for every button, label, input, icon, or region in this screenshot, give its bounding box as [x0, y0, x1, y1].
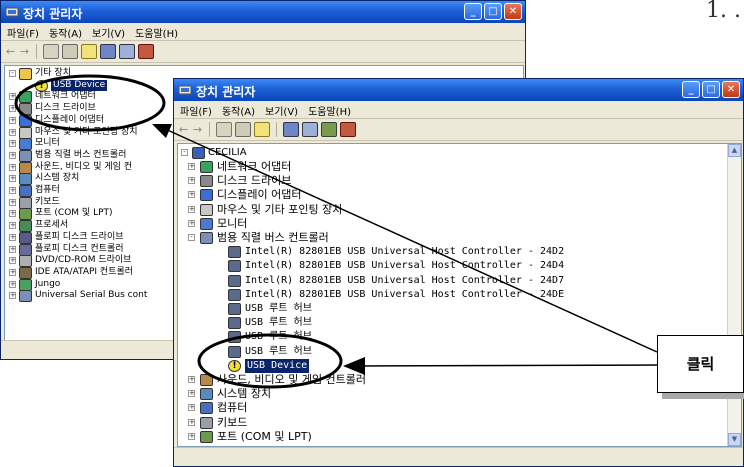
pointer-arrowhead-back: [152, 124, 172, 138]
pointer-arrowhead-front: [343, 357, 365, 375]
highlight-ellipse-back: [14, 74, 166, 132]
annotation-overlay: [14, 74, 658, 389]
highlight-ellipse-front: [197, 333, 343, 389]
pointer-line-back: [162, 127, 658, 353]
pointer-line-front: [359, 364, 658, 367]
click-callout: 클릭: [657, 335, 744, 393]
